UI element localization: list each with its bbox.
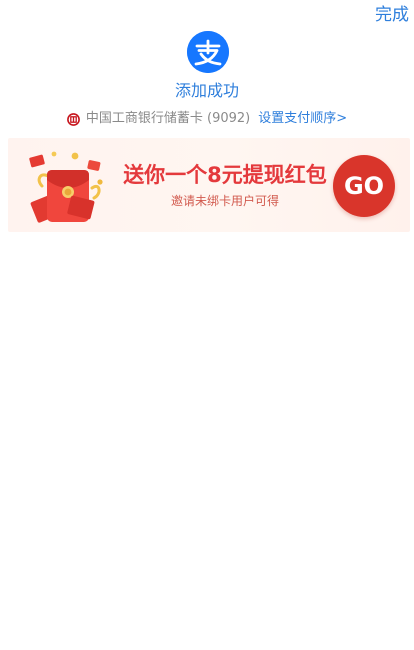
alipay-logo-icon xyxy=(187,31,229,73)
go-button[interactable]: GO xyxy=(333,155,395,217)
bank-card-row: 中国工商银行储蓄卡 (9092) 设置支付顺序> xyxy=(0,110,414,128)
promo-subtitle: 邀请未绑卡用户可得 xyxy=(170,194,279,208)
icbc-bank-icon xyxy=(66,112,80,126)
promo-title: 送你一个8元提现红包 xyxy=(123,163,327,187)
red-envelope-illustration xyxy=(28,148,113,226)
set-payment-order-link[interactable]: 设置支付顺序> xyxy=(258,110,347,128)
add-success-text: 添加成功 xyxy=(174,81,239,100)
done-button[interactable]: 完成 xyxy=(375,5,409,25)
red-packet-promo-banner[interactable]: 送你一个8元提现红包 邀请未绑卡用户可得 GO xyxy=(8,138,410,232)
bank-card-name: 中国工商银行储蓄卡 (9092) xyxy=(85,111,251,126)
